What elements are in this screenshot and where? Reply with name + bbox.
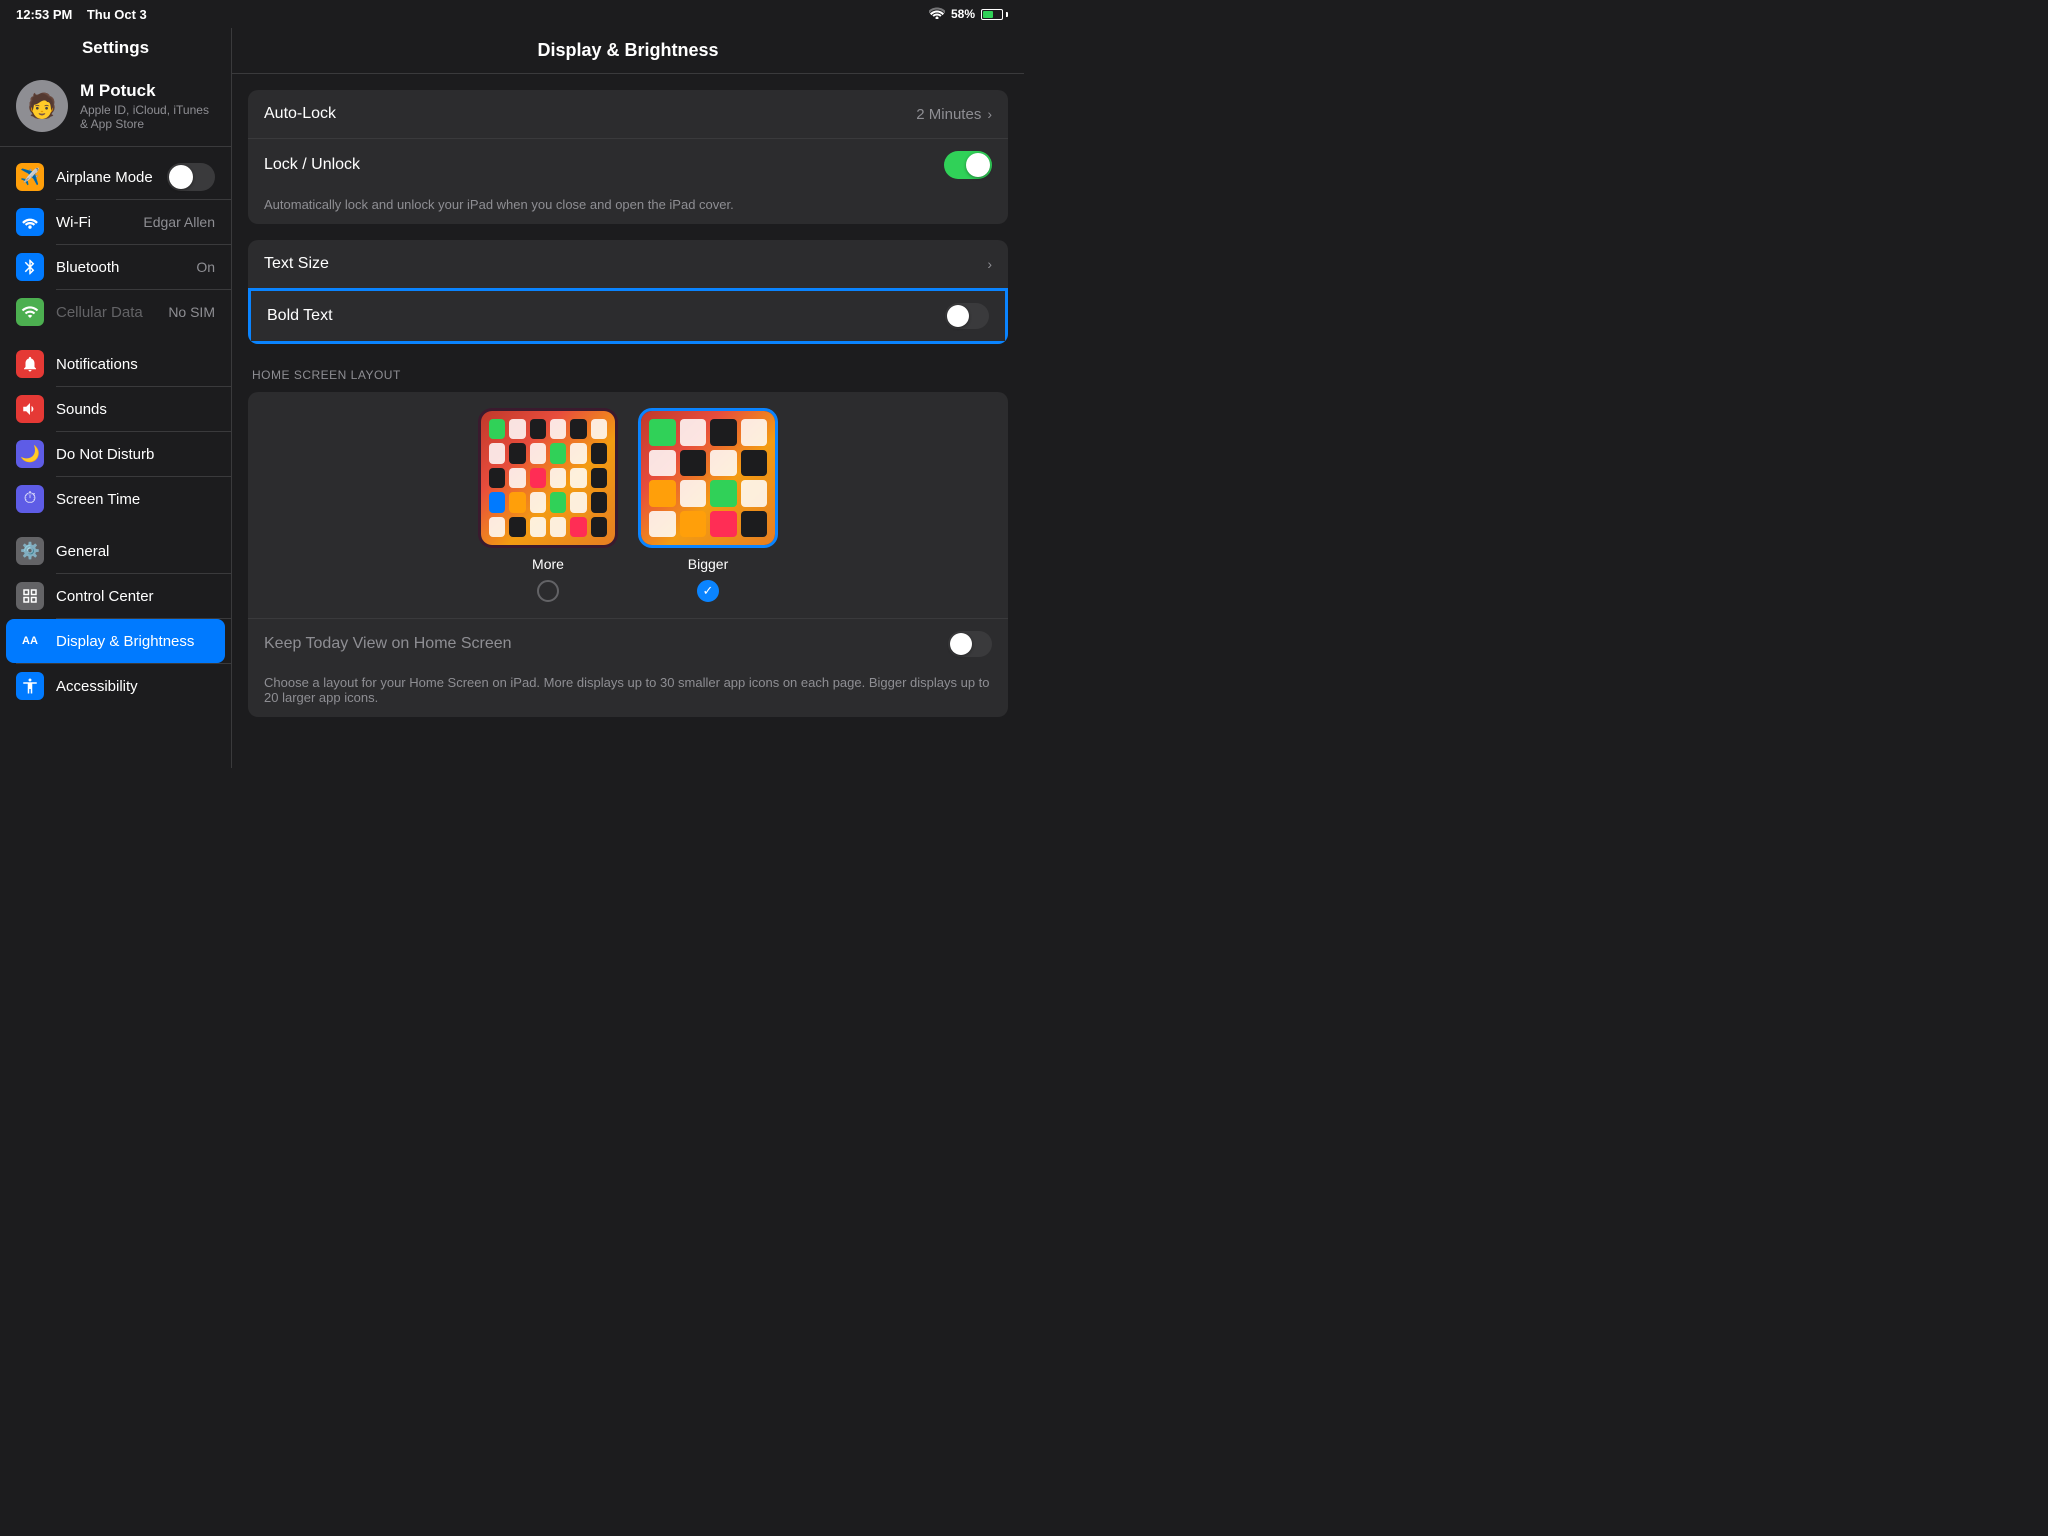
more-radio[interactable] bbox=[537, 580, 559, 602]
sidebar-item-wifi[interactable]: Wi-Fi Edgar Allen bbox=[0, 200, 231, 244]
user-info: M Potuck Apple ID, iCloud, iTunes & App … bbox=[80, 81, 215, 131]
accessibility-label: Accessibility bbox=[56, 678, 215, 695]
status-indicators: 58% bbox=[929, 7, 1008, 22]
sidebar-title: Settings bbox=[0, 28, 231, 70]
general-icon: ⚙️ bbox=[16, 537, 44, 565]
controlcenter-icon bbox=[16, 582, 44, 610]
airplane-label: Airplane Mode bbox=[56, 169, 167, 186]
home-screen-card: More bbox=[248, 392, 1008, 717]
more-app-grid bbox=[489, 419, 607, 537]
bigger-label: Bigger bbox=[688, 556, 728, 572]
battery-percentage: 58% bbox=[951, 7, 975, 21]
lockunlock-toggle[interactable] bbox=[944, 151, 992, 179]
sidebar-item-donotdisturb[interactable]: 🌙 Do Not Disturb bbox=[0, 432, 231, 476]
home-layout-bigger-preview bbox=[638, 408, 778, 548]
keeptoday-toggle[interactable] bbox=[948, 631, 992, 657]
bluetooth-label: Bluetooth bbox=[56, 259, 196, 276]
status-bar: 12:53 PM Thu Oct 3 58% bbox=[0, 0, 1024, 28]
content-title: Display & Brightness bbox=[232, 28, 1024, 74]
screentime-label: Screen Time bbox=[56, 491, 215, 508]
user-profile[interactable]: 🧑 M Potuck Apple ID, iCloud, iTunes & Ap… bbox=[0, 70, 231, 147]
bigger-app-grid bbox=[649, 419, 767, 537]
sidebar-item-displaybrightness[interactable]: AA Display & Brightness bbox=[6, 619, 225, 663]
boldtext-label: Bold Text bbox=[267, 307, 945, 325]
wifi-icon bbox=[929, 7, 945, 22]
autolock-label: Auto-Lock bbox=[264, 105, 916, 123]
keeptoday-row[interactable]: Keep Today View on Home Screen bbox=[248, 618, 1008, 669]
keeptoday-note: Choose a layout for your Home Screen on … bbox=[248, 669, 1008, 717]
textsize-row[interactable]: Text Size › bbox=[248, 240, 1008, 288]
home-screen-section-header: HOME SCREEN LAYOUT bbox=[248, 360, 1008, 388]
status-time: 12:53 PM Thu Oct 3 bbox=[16, 7, 147, 22]
cellular-label: Cellular Data bbox=[56, 304, 168, 321]
sounds-icon bbox=[16, 395, 44, 423]
main-layout: Settings 🧑 M Potuck Apple ID, iCloud, iT… bbox=[0, 28, 1024, 768]
sidebar: Settings 🧑 M Potuck Apple ID, iCloud, iT… bbox=[0, 28, 232, 768]
screentime-icon: ⏱ bbox=[16, 485, 44, 513]
boldtext-row[interactable]: Bold Text bbox=[248, 288, 1008, 344]
keeptoday-label: Keep Today View on Home Screen bbox=[264, 635, 948, 653]
settings-group-display: ⚙️ General Control Center AA Display & B… bbox=[0, 529, 231, 708]
user-name: M Potuck bbox=[80, 81, 215, 101]
cellular-icon bbox=[16, 298, 44, 326]
autolock-value: 2 Minutes bbox=[916, 106, 981, 123]
cellular-value: No SIM bbox=[168, 304, 215, 320]
sidebar-item-cellular[interactable]: Cellular Data No SIM bbox=[0, 290, 231, 334]
checkmark-icon: ✓ bbox=[703, 583, 714, 599]
sidebar-item-screentime[interactable]: ⏱ Screen Time bbox=[0, 477, 231, 521]
time: 12:53 PM bbox=[16, 7, 72, 22]
avatar: 🧑 bbox=[16, 80, 68, 132]
airplane-toggle[interactable] bbox=[167, 163, 215, 191]
sidebar-item-bluetooth[interactable]: Bluetooth On bbox=[0, 245, 231, 289]
autolock-chevron: › bbox=[987, 106, 992, 122]
home-layout-more[interactable]: More bbox=[478, 408, 618, 602]
home-layout-grid: More bbox=[248, 392, 1008, 618]
lock-card: Auto-Lock 2 Minutes › Lock / Unlock Auto… bbox=[248, 90, 1008, 224]
home-layout-more-preview bbox=[478, 408, 618, 548]
sidebar-item-airplane[interactable]: ✈️ Airplane Mode bbox=[0, 155, 231, 199]
more-label: More bbox=[532, 556, 564, 572]
content-body: Auto-Lock 2 Minutes › Lock / Unlock Auto… bbox=[232, 74, 1024, 749]
battery-icon bbox=[981, 9, 1008, 20]
displaybrightness-label: Display & Brightness bbox=[56, 633, 215, 650]
lockunlock-row[interactable]: Lock / Unlock bbox=[248, 138, 1008, 191]
wifi-label: Wi-Fi bbox=[56, 214, 143, 231]
general-label: General bbox=[56, 543, 215, 560]
sidebar-item-accessibility[interactable]: Accessibility bbox=[0, 664, 231, 708]
notifications-label: Notifications bbox=[56, 356, 215, 373]
settings-group-system: Notifications Sounds 🌙 Do Not Disturb ⏱ … bbox=[0, 342, 231, 521]
controlcenter-label: Control Center bbox=[56, 588, 215, 605]
date: Thu Oct 3 bbox=[87, 7, 147, 22]
wifi-value: Edgar Allen bbox=[143, 214, 215, 230]
content-panel: Display & Brightness Auto-Lock 2 Minutes… bbox=[232, 28, 1024, 768]
donotdisturb-icon: 🌙 bbox=[16, 440, 44, 468]
airplane-icon: ✈️ bbox=[16, 163, 44, 191]
sounds-label: Sounds bbox=[56, 401, 215, 418]
boldtext-toggle[interactable] bbox=[945, 303, 989, 329]
textsize-chevron: › bbox=[987, 256, 992, 272]
home-layout-bigger[interactable]: Bigger ✓ bbox=[638, 408, 778, 602]
lock-note: Automatically lock and unlock your iPad … bbox=[248, 191, 1008, 224]
sidebar-item-controlcenter[interactable]: Control Center bbox=[0, 574, 231, 618]
displaybrightness-icon: AA bbox=[16, 627, 44, 655]
donotdisturb-label: Do Not Disturb bbox=[56, 446, 215, 463]
accessibility-icon bbox=[16, 672, 44, 700]
sidebar-item-general[interactable]: ⚙️ General bbox=[0, 529, 231, 573]
settings-group-network: ✈️ Airplane Mode Wi-Fi Edgar Allen bbox=[0, 155, 231, 334]
bluetooth-value: On bbox=[196, 259, 215, 275]
notifications-icon bbox=[16, 350, 44, 378]
sidebar-item-sounds[interactable]: Sounds bbox=[0, 387, 231, 431]
textsize-label: Text Size bbox=[264, 255, 987, 273]
sidebar-item-notifications[interactable]: Notifications bbox=[0, 342, 231, 386]
wifi-sidebar-icon bbox=[16, 208, 44, 236]
bluetooth-icon bbox=[16, 253, 44, 281]
text-card: Text Size › Bold Text bbox=[248, 240, 1008, 344]
bigger-radio[interactable]: ✓ bbox=[697, 580, 719, 602]
autolock-row[interactable]: Auto-Lock 2 Minutes › bbox=[248, 90, 1008, 138]
user-subtitle: Apple ID, iCloud, iTunes & App Store bbox=[80, 103, 215, 131]
lockunlock-label: Lock / Unlock bbox=[264, 156, 944, 174]
